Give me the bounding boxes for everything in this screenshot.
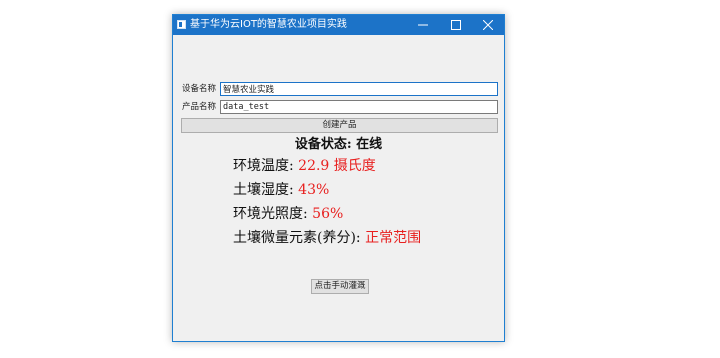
device-status: 设备状态: 在线 xyxy=(173,136,504,154)
title-bar[interactable]: 基于华为云IOT的智慧农业项目实践 xyxy=(173,15,504,35)
device-name-label: 设备名称 xyxy=(182,84,217,94)
soil-humidity-reading: 土壤湿度: 43% xyxy=(233,180,329,200)
temperature-label: 环境温度: xyxy=(233,158,294,174)
soil-nutrient-reading: 土壤微量元素(养分): 正常范围 xyxy=(233,228,421,248)
temperature-reading: 环境温度: 22.9 摄氏度 xyxy=(233,156,376,176)
window-title: 基于华为云IOT的智慧农业项目实践 xyxy=(190,19,347,30)
device-name-input[interactable] xyxy=(220,82,498,96)
manual-irrigation-button[interactable]: 点击手动灌溉 xyxy=(311,279,369,294)
soil-nutrient-value: 正常范围 xyxy=(365,230,422,246)
minimize-icon xyxy=(417,24,428,26)
maximize-icon xyxy=(450,20,461,30)
illuminance-value: 56% xyxy=(312,206,344,222)
maximize-button[interactable] xyxy=(439,15,472,35)
soil-nutrient-label: 土壤微量元素(养分): xyxy=(233,230,361,246)
create-product-button[interactable]: 创建产品 xyxy=(181,118,498,133)
product-name-label: 产品名称 xyxy=(182,102,217,112)
temperature-value: 22.9 摄氏度 xyxy=(298,158,376,174)
device-status-value: 在线 xyxy=(356,137,383,152)
app-icon xyxy=(177,20,186,29)
product-name-input[interactable] xyxy=(220,100,498,114)
minimize-button[interactable] xyxy=(406,15,439,35)
soil-humidity-label: 土壤湿度: xyxy=(233,182,294,198)
close-icon xyxy=(482,20,493,30)
close-button[interactable] xyxy=(471,15,504,35)
app-window: 基于华为云IOT的智慧农业项目实践 设备名称 产品名称 创建产品 设备状态: 在… xyxy=(172,14,505,342)
illuminance-reading: 环境光照度: 56% xyxy=(233,204,343,224)
device-status-label: 设备状态: xyxy=(294,137,352,152)
illuminance-label: 环境光照度: xyxy=(233,206,308,222)
soil-humidity-value: 43% xyxy=(298,182,330,198)
